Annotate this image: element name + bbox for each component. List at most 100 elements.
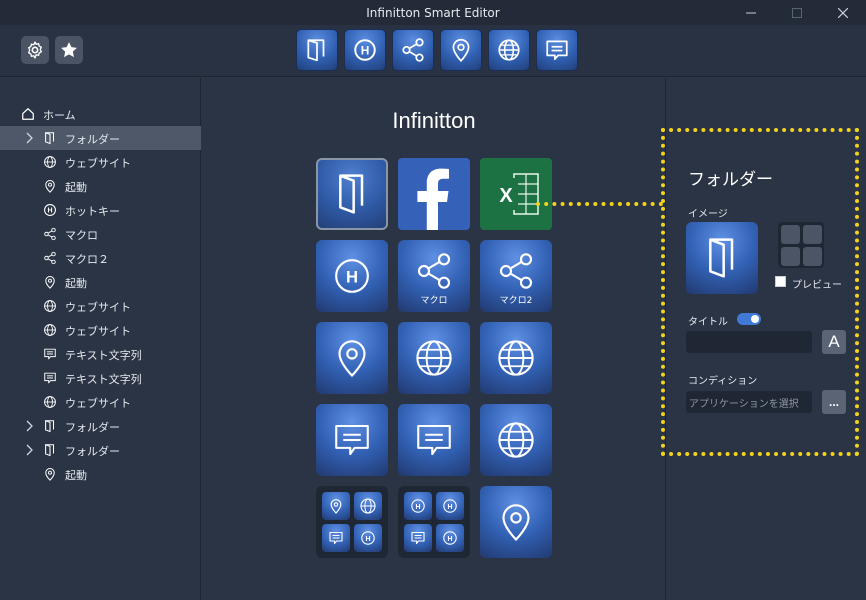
callout-connector [536,202,663,206]
tree-item-macro-2[interactable]: マクロ２ [0,246,201,270]
tree-item-website[interactable]: ウェブサイト [0,390,201,414]
tree-item-label: ウェブサイト [65,325,131,338]
tile-folder[interactable] [316,158,388,230]
action-palette: H [296,29,578,71]
button-layout-panel: Infinitton X H マクロ マクロ2 H H H H [202,78,666,600]
folder-icon [45,444,55,457]
tree-item-label: フォルダー [65,421,120,434]
tree-view: ホーム フォルダー ウェブサイト 起動 H ホットキー マクロ マクロ２ 起動 … [0,102,201,486]
tree-item-macro[interactable]: マクロ [0,222,201,246]
svg-text:H: H [47,208,52,215]
message-icon [546,40,568,61]
tree-item-home[interactable]: ホーム [0,102,201,126]
gear-icon [28,41,42,59]
tree-item-website[interactable]: ウェブサイト [0,150,201,174]
pin-icon [452,38,470,63]
image-label: イメージ [688,209,728,220]
title-label: タイトル [688,317,728,328]
mini-text [404,524,432,552]
tile-text-string[interactable] [316,404,388,476]
browse-button[interactable]: ... [822,390,846,414]
mini-hotkey: H [436,524,464,552]
excel-logo: X [494,173,539,215]
tile-hotkey[interactable]: H [316,240,388,312]
folder-icon [45,132,55,145]
folder-icon [339,174,364,214]
tree-item-launch[interactable]: 起動 [0,174,201,198]
tile-launch[interactable] [480,486,552,558]
favorite-button[interactable] [55,36,83,64]
svg-text:H: H [361,43,370,57]
add-folder-button[interactable] [296,29,338,71]
title-input[interactable] [686,331,812,353]
chevron-right-icon[interactable] [24,131,36,145]
preview-checkbox[interactable] [775,276,786,287]
app-window: Infinitton Smart Editor H ホーム フォルダー ウェブサ… [0,0,866,600]
share-icon [499,253,533,289]
title-toggle[interactable] [737,313,761,325]
grid-cell [781,225,800,244]
window-controls [728,0,866,25]
grid-cell [781,247,800,266]
tree-item-label: 起動 [65,181,87,194]
tile-subfolder[interactable]: H [316,486,388,558]
tile-macro-2[interactable]: マクロ2 [480,240,552,312]
tree-item-folder[interactable]: フォルダー [0,414,201,438]
mini-hotkey: H [404,492,432,520]
add-macro-button[interactable] [392,29,434,71]
preview-grid-icon[interactable] [778,222,824,268]
preview-label: プレビュー [792,280,842,291]
tree-item-text-string[interactable]: テキスト文字列 [0,366,201,390]
add-website-button[interactable] [488,29,530,71]
mini-text [322,524,350,552]
tile-facebook[interactable] [398,158,470,230]
maximize-button[interactable] [774,0,820,25]
tile-website[interactable] [398,322,470,394]
message-icon [44,348,56,360]
minimize-icon [746,12,756,13]
tree-item-label: ウェブサイト [65,397,131,410]
grid-cell [803,247,822,266]
close-button[interactable] [820,0,866,25]
chevron-right-icon[interactable] [24,443,36,457]
tree-item-label: ウェブサイト [65,157,131,170]
tile-macro[interactable]: マクロ [398,240,470,312]
add-hotkey-button[interactable]: H [344,29,386,71]
globe-icon [416,340,452,376]
chevron-right-icon[interactable] [24,419,36,433]
settings-button[interactable] [21,36,49,64]
tree-item-website[interactable]: ウェブサイト [0,294,201,318]
tree-item-label: テキスト文字列 [65,373,142,386]
globe-icon [44,300,56,312]
tree-item-launch[interactable]: 起動 [0,462,201,486]
tree-item-website[interactable]: ウェブサイト [0,318,201,342]
mini-hotkey: H [354,524,382,552]
tree-item-label: マクロ [65,229,98,242]
add-text-button[interactable] [536,29,578,71]
tree-item-text-string[interactable]: テキスト文字列 [0,342,201,366]
tile-text-string[interactable] [398,404,470,476]
image-picker[interactable] [686,222,758,294]
tree-item-launch[interactable]: 起動 [0,270,201,294]
minimize-button[interactable] [728,0,774,25]
tree-item-folder[interactable]: フォルダー [0,438,201,462]
tile-excel[interactable]: X [480,158,552,230]
device-title: Infinitton [392,108,476,133]
tile-launch[interactable] [316,322,388,394]
toolbar: H [0,25,866,77]
tile-website[interactable] [480,404,552,476]
tree-item-hotkey[interactable]: H ホットキー [0,198,201,222]
tree-item-label: ウェブサイト [65,301,131,314]
application-select[interactable]: アプリケーションを選択 [686,391,812,413]
hotkey-icon: H [44,204,56,216]
tree-item-folder[interactable]: フォルダー [0,126,201,150]
tile-website[interactable] [480,322,552,394]
font-button[interactable]: A [822,330,846,354]
add-launch-button[interactable] [440,29,482,71]
tile-subfolder[interactable]: H H H [398,486,470,558]
message-icon [329,531,343,545]
hotkey-icon: H [335,259,369,293]
pin-icon [45,275,55,289]
mini-hotkey: H [436,492,464,520]
globe-icon [498,422,534,458]
